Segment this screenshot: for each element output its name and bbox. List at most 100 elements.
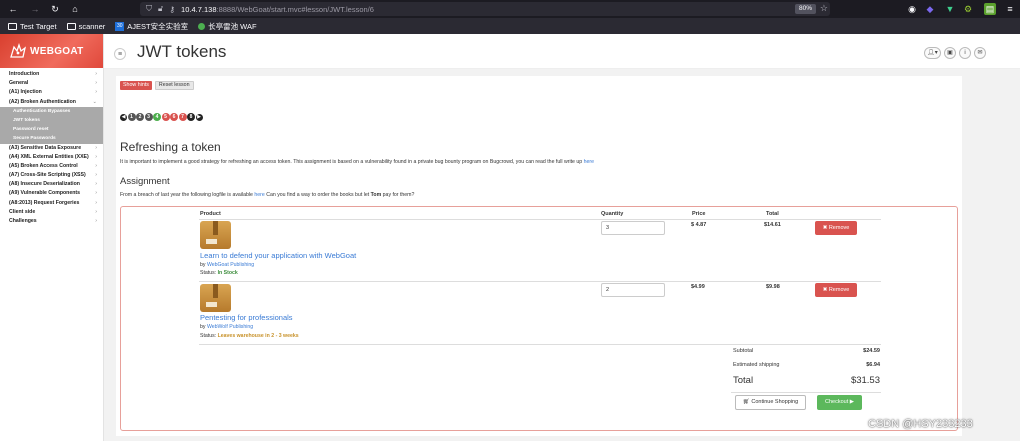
publisher-link[interactable]: WebGoat Publishing: [207, 262, 254, 268]
publisher-link[interactable]: WebWolf Publishing: [207, 324, 253, 330]
total-label: Total: [733, 375, 754, 386]
prev-page-icon[interactable]: ◀: [120, 113, 127, 121]
logfile-link[interactable]: here: [254, 192, 264, 198]
next-page-icon[interactable]: ▶: [195, 113, 203, 121]
extension-icon[interactable]: ⚙: [962, 3, 974, 15]
page-link-4[interactable]: 4: [153, 113, 161, 121]
menu-item-xss[interactable]: (A7) Cross-Site Scripting (XSS) ›: [0, 171, 103, 180]
submenu-item-jwt-tokens[interactable]: JWT tokens: [0, 116, 103, 125]
quantity-input[interactable]: 2: [601, 283, 665, 297]
bookmark-waf[interactable]: 长亭雷池 WAF: [198, 21, 257, 32]
quantity-input[interactable]: 3: [601, 221, 665, 235]
remove-button[interactable]: ✖ Remove: [815, 283, 857, 297]
divider: [199, 219, 881, 220]
submenu-item-password-reset[interactable]: Password reset: [0, 125, 103, 134]
page-scrollbar[interactable]: [1013, 69, 1020, 441]
submenu-item-auth-bypasses[interactable]: Authentication Bypasses: [0, 107, 103, 116]
extension-icon[interactable]: ◆: [924, 3, 936, 15]
menu-item-xxe[interactable]: (A4) XML External Entities (XXE) ›: [0, 153, 103, 162]
bookmark-scanner[interactable]: scanner: [66, 22, 105, 31]
status-badge: Leaves warehouse in 2 - 3 weeks: [217, 333, 299, 339]
total-cell: $9.98: [766, 284, 780, 290]
webgoat-logo[interactable]: WEBGOAT: [0, 34, 103, 68]
menu-item-broken-auth[interactable]: (A2) Broken Authentication ⌄: [0, 98, 103, 107]
product-box-image[interactable]: [200, 284, 231, 312]
checkout-button[interactable]: Checkout ▶: [817, 395, 862, 410]
remove-button[interactable]: ✖ Remove: [815, 221, 857, 235]
insecure-lock-icon[interactable]: 🔓︎: [158, 4, 163, 14]
forward-icon[interactable]: →: [28, 4, 42, 14]
chevron-right-icon: ›: [95, 208, 97, 215]
price-cell: $4.99: [691, 284, 705, 290]
menu-toggle-button[interactable]: ≡: [114, 48, 126, 60]
show-hints-button[interactable]: Show hints: [120, 81, 152, 90]
sidebar: WEBGOAT Introduction › General › (A1) Inje…: [0, 34, 104, 441]
info-icon: i: [964, 50, 966, 56]
mail-button[interactable]: ✉: [974, 47, 986, 59]
key-icon[interactable]: ⚷: [169, 5, 175, 14]
menu-item-challenges[interactable]: Challenges ›: [0, 217, 103, 226]
menu-icon[interactable]: ≡: [1004, 3, 1016, 15]
divider: [199, 344, 881, 345]
divider: [199, 281, 881, 282]
product-publisher: by WebGoat Publishing: [200, 262, 255, 268]
section-heading: Refreshing a token: [120, 140, 221, 154]
play-icon: ▶: [849, 399, 854, 405]
watermark: CSDN @HSY233233: [868, 418, 973, 430]
extension-icon[interactable]: ▼: [944, 3, 956, 15]
waf-icon: [198, 22, 206, 30]
product-name-link[interactable]: Pentesting for professionals: [200, 313, 293, 322]
chevron-right-icon: ›: [95, 190, 97, 197]
page-link-5[interactable]: 5: [161, 113, 170, 121]
extension-icon[interactable]: ▤: [984, 3, 996, 15]
menu-item-vulnerable-components[interactable]: (A9) Vulnerable Components ›: [0, 189, 103, 198]
info-button[interactable]: i: [959, 47, 971, 59]
home-icon[interactable]: ⌂: [68, 4, 82, 14]
menu-item-injection[interactable]: (A1) Injection ›: [0, 88, 103, 97]
back-icon[interactable]: ←: [6, 4, 20, 14]
product-box-image[interactable]: [200, 221, 231, 249]
reset-lesson-button[interactable]: Reset lesson: [154, 81, 194, 90]
page-link-6[interactable]: 6: [170, 113, 178, 121]
continue-shopping-button[interactable]: 🛒︎ Continue Shopping: [735, 395, 806, 410]
pocket-icon[interactable]: ◉: [906, 3, 918, 15]
url-host: 10.4.7.138: [181, 4, 217, 14]
app-header: ≡ JWT tokens 👤︎▾ ▣ i ✉: [104, 34, 1020, 69]
page-link-7[interactable]: 7: [178, 113, 187, 121]
assignment-text: From a breach of last year the following…: [120, 192, 415, 198]
page-link-3[interactable]: 3: [144, 113, 153, 121]
chevron-right-icon: ›: [95, 80, 97, 87]
page-link-1[interactable]: 1: [127, 113, 136, 121]
zoom-level[interactable]: 80%: [794, 4, 816, 14]
messages-button[interactable]: ▣: [944, 47, 956, 59]
write-up-link[interactable]: here: [584, 159, 594, 165]
lesson-page-nav: ◀ 1 2 3 4 5 6 7 8 ▶: [120, 113, 203, 121]
hamburger-icon: ≡: [117, 50, 123, 58]
menu-item-sensitive-data[interactable]: (A3) Sensitive Data Exposure ›: [0, 144, 103, 153]
shield-icon[interactable]: ⛉: [146, 4, 152, 14]
page-link-8[interactable]: 8: [187, 113, 195, 121]
submenu-broken-auth: Authentication Bypasses JWT tokens Passw…: [0, 106, 103, 144]
bookmark-star-icon[interactable]: ☆: [820, 3, 828, 14]
bookmark-test-target[interactable]: Test Target: [8, 22, 57, 31]
menu-item-introduction[interactable]: Introduction ›: [0, 70, 103, 79]
menu-item-deserialization[interactable]: (A8) Insecure Deserialization ›: [0, 180, 103, 189]
chevron-right-icon: ›: [95, 181, 97, 188]
reload-icon[interactable]: ↻: [48, 4, 62, 15]
menu-item-access-control[interactable]: (A5) Broken Access Control ›: [0, 162, 103, 171]
submenu-item-secure-passwords[interactable]: Secure Passwords: [0, 134, 103, 143]
user-menu-button[interactable]: 👤︎▾: [924, 47, 941, 59]
bookmark-ajest[interactable]: 30 AJEST安全实验室: [115, 21, 188, 32]
user-icon: 👤︎▾: [927, 50, 938, 56]
chevron-right-icon: ›: [95, 162, 97, 169]
chevron-right-icon: ›: [95, 218, 97, 224]
menu-item-request-forgeries[interactable]: (A8:2013) Request Forgeries ›: [0, 199, 103, 208]
url-bar[interactable]: ⛉ 🔓︎ ⚷ 10.4.7.138 :8888/WebGoat/start.mv…: [140, 2, 830, 16]
menu-item-general[interactable]: General ›: [0, 79, 103, 88]
menu-item-client-side[interactable]: Client side ›: [0, 208, 103, 217]
product-name-link[interactable]: Learn to defend your application with We…: [200, 251, 356, 260]
page-link-2[interactable]: 2: [136, 113, 144, 121]
shipping-label: Estimated shipping: [733, 362, 780, 368]
folder-icon: [66, 22, 76, 30]
page-title: JWT tokens: [137, 42, 227, 61]
